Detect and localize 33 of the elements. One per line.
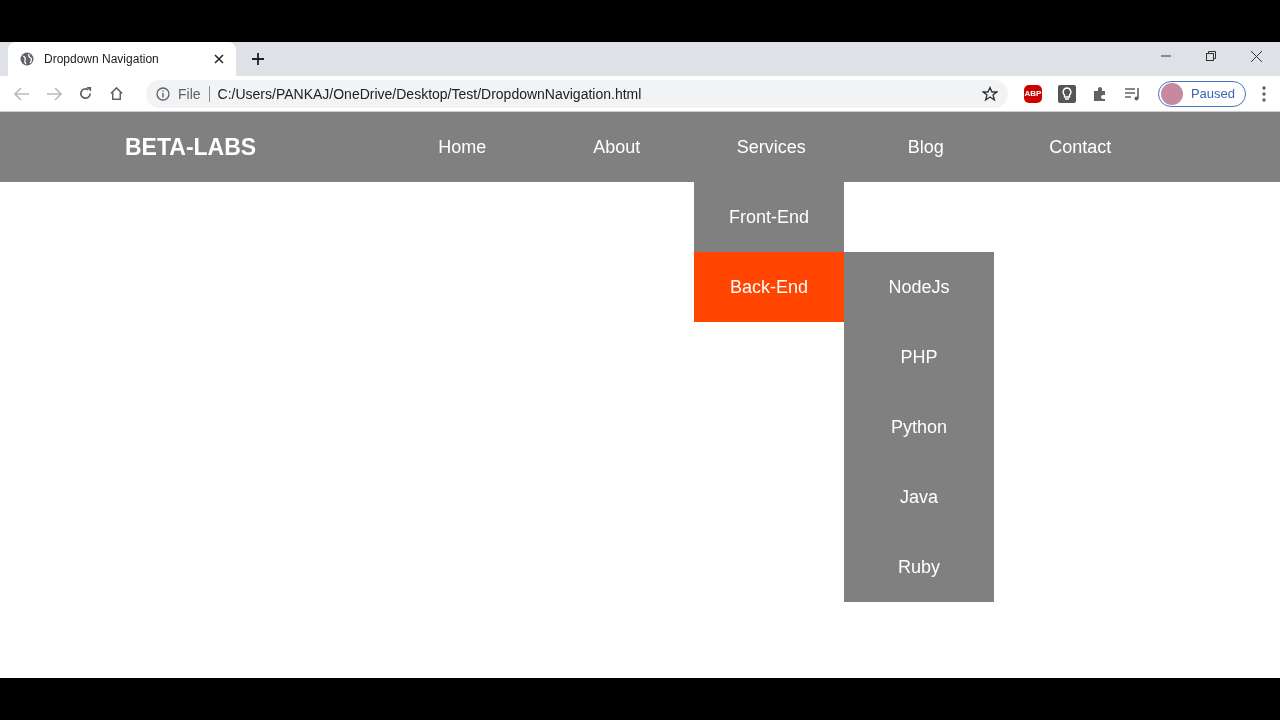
media-queue-icon[interactable] <box>1123 85 1142 102</box>
dropdown-item[interactable]: Back-End <box>694 252 844 322</box>
submenu-item[interactable]: Python <box>844 392 994 462</box>
browser-tab[interactable]: Dropdown Navigation <box>8 42 236 76</box>
home-icon[interactable] <box>109 86 124 101</box>
star-icon[interactable] <box>981 85 998 102</box>
address-bar[interactable]: File C:/Users/PANKAJ/OneDrive/Desktop/Test/DropdownNavigation.html <box>146 79 1008 108</box>
close-icon[interactable] <box>214 54 224 64</box>
nav-link[interactable]: Contact <box>1003 112 1158 182</box>
submenu-item[interactable]: Java <box>844 462 994 532</box>
avatar-icon <box>1160 82 1183 105</box>
submenu-item[interactable]: Ruby <box>844 532 994 602</box>
tab-title: Dropdown Navigation <box>44 52 160 66</box>
new-tab-icon[interactable] <box>251 52 265 66</box>
profile-status: Paused <box>1190 86 1235 101</box>
close-icon[interactable] <box>1251 51 1262 62</box>
scheme-label: File <box>178 85 201 102</box>
url-text: C:/Users/PANKAJ/OneDrive/Desktop/Test/DropdownNavigation.html <box>217 85 643 102</box>
restore-icon[interactable] <box>1206 51 1216 61</box>
menu-icon[interactable] <box>1262 85 1266 102</box>
submenu-item[interactable]: PHP <box>844 322 994 392</box>
nav-link[interactable]: Services <box>694 112 849 182</box>
adblock-extension-icon[interactable]: ABP <box>1023 84 1042 103</box>
site-logo[interactable]: BETA-LABS <box>125 133 385 161</box>
lightbulb-icon[interactable] <box>1057 84 1076 103</box>
submenu-item[interactable]: NodeJs <box>844 252 994 322</box>
puzzle-piece-icon[interactable] <box>1091 85 1108 102</box>
reload-icon[interactable] <box>78 86 93 101</box>
globe-icon <box>20 52 34 66</box>
nav-link[interactable]: Home <box>385 112 540 182</box>
nav-link[interactable]: About <box>539 112 694 182</box>
nav-link[interactable]: Blog <box>848 112 1003 182</box>
info-icon <box>156 86 170 101</box>
